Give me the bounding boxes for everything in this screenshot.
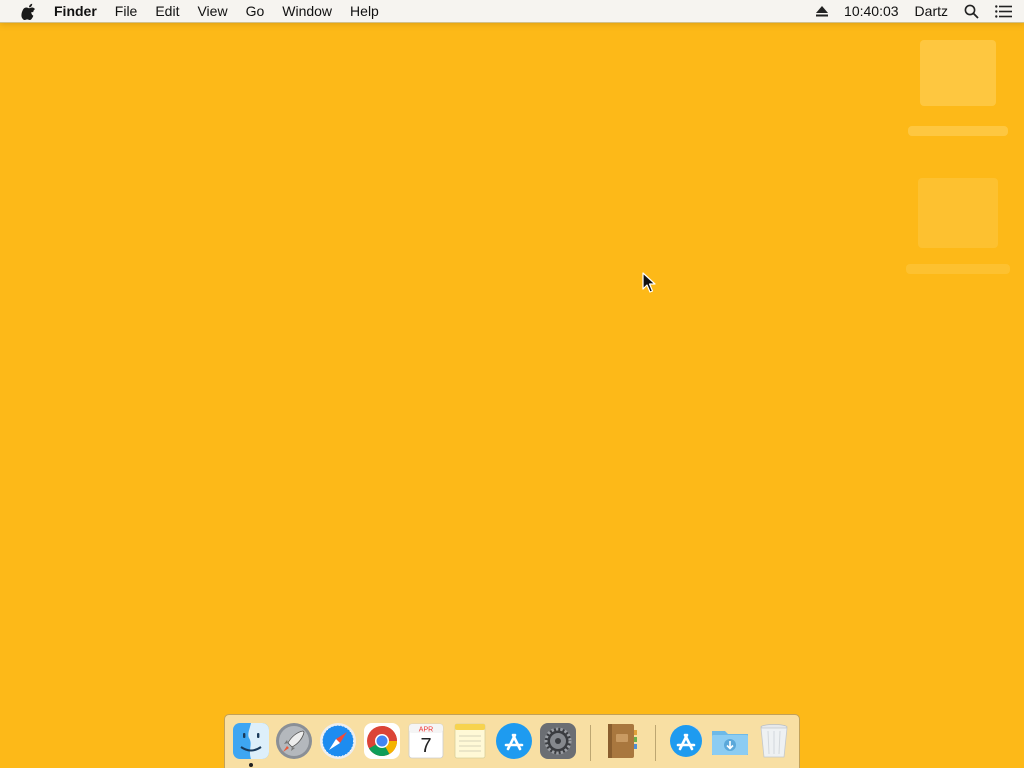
app-store-icon[interactable]	[494, 721, 534, 761]
mouse-cursor	[642, 272, 656, 294]
faded-widget	[920, 40, 996, 106]
system-preferences-icon[interactable]	[538, 721, 578, 761]
menu-app-finder[interactable]: Finder	[54, 0, 106, 22]
notebook-icon[interactable]	[601, 721, 641, 761]
desktop[interactable]: Finder File Edit View Go Window Help 10:…	[0, 0, 1024, 768]
faded-widget	[908, 126, 1008, 136]
spotlight-search-icon[interactable]	[964, 0, 979, 22]
menu-go[interactable]: Go	[237, 0, 274, 22]
clock[interactable]: 10:40:03	[844, 0, 899, 22]
chrome-icon[interactable]	[362, 721, 402, 761]
menu-file[interactable]: File	[106, 0, 147, 22]
calendar-icon[interactable]: APR 7	[406, 721, 446, 761]
dock: APR 7	[224, 714, 800, 768]
notes-icon[interactable]	[450, 721, 490, 761]
menu-window[interactable]: Window	[273, 0, 341, 22]
menu-edit[interactable]: Edit	[146, 0, 188, 22]
apple-menu-icon[interactable]	[19, 0, 37, 22]
menu-view[interactable]: View	[188, 0, 236, 22]
calendar-day: 7	[420, 735, 431, 757]
faded-widget	[906, 264, 1010, 274]
launchpad-icon[interactable]	[274, 721, 314, 761]
menu-help[interactable]: Help	[341, 0, 388, 22]
faded-widget	[918, 178, 998, 248]
notification-center-icon[interactable]	[995, 0, 1012, 22]
dock-separator	[655, 725, 656, 761]
menu-bar: Finder File Edit View Go Window Help 10:…	[0, 0, 1024, 23]
running-indicator	[249, 763, 253, 767]
calendar-month: APR	[419, 727, 433, 734]
eject-icon[interactable]	[816, 0, 829, 22]
finder-icon[interactable]	[231, 721, 271, 761]
dock-separator	[590, 725, 591, 761]
downloads-folder-icon[interactable]	[710, 721, 750, 761]
safari-icon[interactable]	[318, 721, 358, 761]
user-menu[interactable]: Dartz	[915, 0, 948, 22]
trash-icon[interactable]	[754, 721, 794, 761]
applications-stack-icon[interactable]	[666, 721, 706, 761]
